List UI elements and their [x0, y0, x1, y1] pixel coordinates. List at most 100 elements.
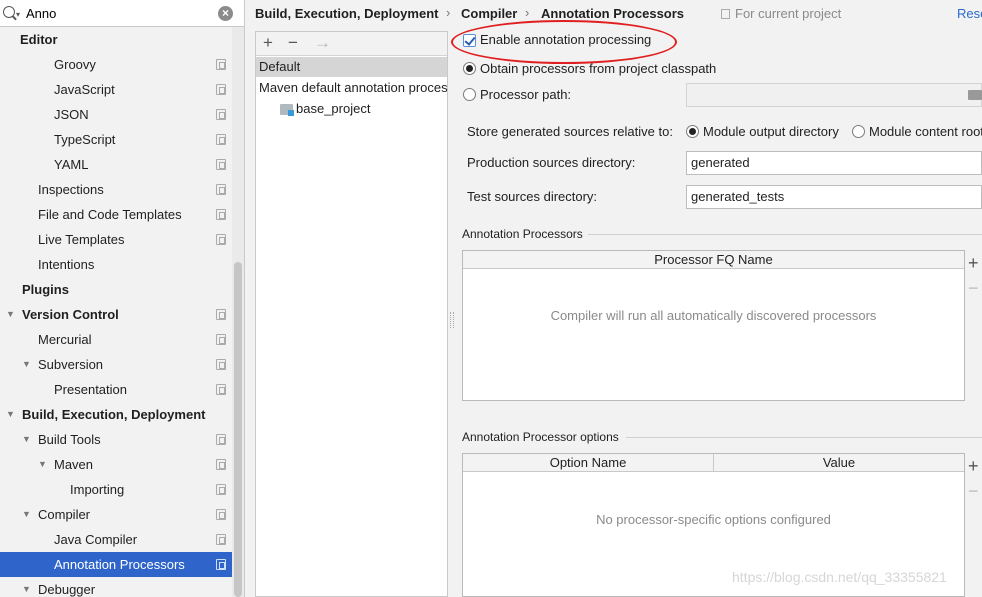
sidebar-item-label: Java Compiler — [54, 532, 138, 547]
settings-search-input[interactable] — [26, 4, 211, 23]
profile-maven-default[interactable]: Maven default annotation processors prof… — [256, 78, 447, 98]
module-output-directory-label[interactable]: Module output directory — [703, 124, 839, 139]
option-value-column-header[interactable]: Value — [714, 454, 964, 472]
processors-table[interactable]: Processor FQ Name Compiler will run all … — [462, 250, 965, 401]
sidebar-item-java-compiler[interactable]: Java Compiler — [0, 527, 232, 552]
sidebar-item-label: Editor — [20, 32, 58, 47]
sidebar-item-editor[interactable]: Editor — [0, 27, 232, 52]
settings-sidebar: ▾ × Editor Groovy JavaScript JSON TypeScript… — [0, 0, 245, 597]
breadcrumb-compiler[interactable]: Compiler — [461, 6, 517, 21]
search-history-dropdown-icon[interactable]: ▾ — [16, 10, 20, 19]
obtain-from-classpath-label[interactable]: Obtain processors from project classpath — [480, 61, 716, 76]
expand-arrow-icon[interactable]: ▼ — [22, 577, 31, 597]
sidebar-item-compiler[interactable]: ▼ Compiler — [0, 502, 232, 527]
sidebar-item-presentation[interactable]: Presentation — [0, 377, 232, 402]
sidebar-item-yaml[interactable]: YAML — [0, 152, 232, 177]
project-level-icon — [216, 434, 226, 445]
expand-arrow-icon[interactable]: ▼ — [22, 427, 31, 452]
sidebar-item-label: Annotation Processors — [54, 557, 185, 572]
expand-arrow-icon[interactable]: ▼ — [6, 302, 15, 327]
sidebar-item-inspections[interactable]: Inspections — [0, 177, 232, 202]
remove-profile-icon[interactable]: − — [288, 33, 298, 53]
enable-annotation-processing-checkbox[interactable] — [463, 34, 476, 47]
sidebar-item-version-control[interactable]: ▼ Version Control — [0, 302, 232, 327]
sidebar-item-label: Maven — [54, 457, 94, 472]
project-level-icon — [216, 209, 226, 220]
project-level-icon — [216, 484, 226, 495]
project-level-icon — [216, 184, 226, 195]
sidebar-item-javascript[interactable]: JavaScript — [0, 77, 232, 102]
sidebar-item-label: Live Templates — [38, 232, 125, 247]
sidebar-item-label: Plugins — [22, 282, 69, 297]
sidebar-item-mercurial[interactable]: Mercurial — [0, 327, 232, 352]
processor-path-label[interactable]: Processor path: — [480, 87, 571, 102]
sidebar-item-label: JavaScript — [54, 82, 115, 97]
breadcrumb-annotation-processors: Annotation Processors — [541, 6, 685, 21]
project-scope-icon — [721, 9, 730, 19]
obtain-from-classpath-radio[interactable] — [463, 62, 476, 75]
sidebar-item-groovy[interactable]: Groovy — [0, 52, 232, 77]
module-folder-icon — [280, 104, 294, 116]
profile-default[interactable]: Default — [256, 57, 447, 77]
sidebar-item-label: Presentation — [54, 382, 127, 397]
move-to-profile-icon[interactable]: → — [314, 33, 331, 53]
for-current-project-indicator: For current project — [721, 6, 841, 21]
sidebar-item-typescript[interactable]: TypeScript — [0, 127, 232, 152]
group-divider — [626, 437, 982, 438]
sidebar-item-json[interactable]: JSON — [0, 102, 232, 127]
expand-arrow-icon[interactable]: ▼ — [6, 402, 15, 427]
enable-annotation-processing-label[interactable]: Enable annotation processing — [480, 32, 651, 47]
sidebar-item-label: Debugger — [38, 582, 96, 597]
production-sources-label: Production sources directory: — [467, 155, 636, 170]
module-content-root-radio[interactable] — [852, 125, 865, 138]
project-level-icon — [216, 509, 226, 520]
sidebar-item-label: Subversion — [38, 357, 104, 372]
sidebar-item-importing[interactable]: Importing — [0, 477, 232, 502]
reset-link[interactable]: Rese — [957, 6, 982, 21]
production-sources-input[interactable]: generated — [686, 151, 982, 175]
expand-arrow-icon[interactable]: ▼ — [22, 502, 31, 527]
processor-path-radio[interactable] — [463, 88, 476, 101]
sidebar-item-plugins[interactable]: Plugins — [0, 277, 232, 302]
sidebar-item-label: TypeScript — [54, 132, 116, 147]
project-level-icon — [216, 534, 226, 545]
processor-fq-name-column-header[interactable]: Processor FQ Name — [463, 251, 964, 269]
settings-tree: Editor Groovy JavaScript JSON TypeScript YAML… — [0, 27, 232, 597]
module-output-directory-radio[interactable] — [686, 125, 699, 138]
remove-option-icon[interactable]: − — [968, 481, 979, 502]
expand-arrow-icon[interactable]: ▼ — [22, 352, 31, 377]
processor-options-group-title: Annotation Processor options — [462, 430, 619, 444]
add-profile-icon[interactable]: + — [263, 33, 273, 53]
search-icon[interactable] — [3, 6, 15, 18]
sidebar-item-label: Inspections — [38, 182, 104, 197]
expand-arrow-icon[interactable]: ▼ — [38, 452, 47, 477]
browse-folder-icon[interactable] — [968, 90, 982, 100]
sidebar-item-intentions[interactable]: Intentions — [0, 252, 232, 277]
sidebar-scrollbar-thumb[interactable] — [234, 262, 242, 597]
options-empty-message: No processor-specific options configured — [596, 512, 831, 527]
test-sources-input[interactable]: generated_tests — [686, 185, 982, 209]
module-content-root-label[interactable]: Module content root — [869, 124, 982, 139]
breadcrumb-build-execution-deployment[interactable]: Build, Execution, Deployment — [255, 6, 438, 21]
sidebar-item-file-and-code-templates[interactable]: File and Code Templates — [0, 202, 232, 227]
sidebar-item-label: Build Tools — [38, 432, 101, 447]
profile-module-base-project[interactable]: base_project — [256, 99, 447, 119]
sidebar-item-debugger[interactable]: ▼ Debugger — [0, 577, 232, 597]
clear-search-icon[interactable]: × — [218, 6, 233, 21]
sidebar-item-label: Version Control — [22, 307, 119, 322]
remove-processor-icon[interactable]: − — [968, 278, 979, 299]
processor-path-field[interactable] — [686, 83, 982, 107]
project-level-icon — [216, 59, 226, 70]
add-option-icon[interactable]: + — [968, 456, 979, 477]
sidebar-item-subversion[interactable]: ▼ Subversion — [0, 352, 232, 377]
sidebar-item-build-execution-deployment[interactable]: ▼ Build, Execution, Deployment — [0, 402, 232, 427]
annotation-processors-group-title: Annotation Processors — [462, 227, 583, 241]
sidebar-item-annotation-processors[interactable]: Annotation Processors — [0, 552, 232, 577]
splitter-handle[interactable] — [450, 312, 454, 328]
add-processor-icon[interactable]: + — [968, 253, 979, 274]
option-name-column-header[interactable]: Option Name — [463, 454, 714, 472]
sidebar-item-build-tools[interactable]: ▼ Build Tools — [0, 427, 232, 452]
sidebar-item-maven[interactable]: ▼ Maven — [0, 452, 232, 477]
project-level-icon — [216, 359, 226, 370]
sidebar-item-live-templates[interactable]: Live Templates — [0, 227, 232, 252]
